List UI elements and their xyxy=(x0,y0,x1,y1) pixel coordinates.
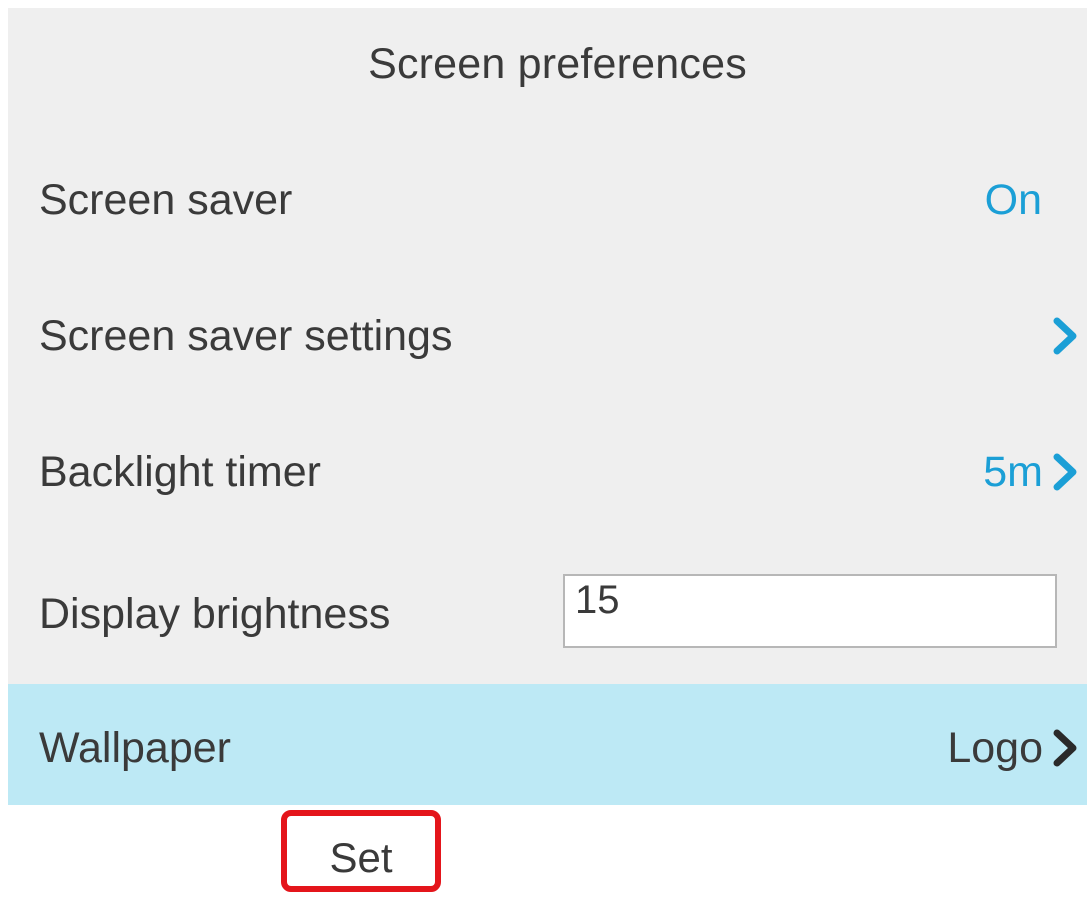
set-softkey-label: Set xyxy=(329,834,393,881)
menu-item-label: Screen saver settings xyxy=(39,312,453,360)
menu-item-value: Logo xyxy=(947,724,1043,772)
page-title: Screen preferences xyxy=(368,40,747,88)
menu-item-label: Display brightness xyxy=(39,590,391,638)
set-softkey-button[interactable]: Set xyxy=(281,810,441,892)
menu-item-label: Wallpaper xyxy=(39,724,231,772)
menu-item-value: On xyxy=(984,176,1042,224)
menu-item-label: Backlight timer xyxy=(39,448,321,496)
menu-item-value: 5m xyxy=(983,448,1043,496)
chevron-right-icon xyxy=(1053,453,1077,491)
menu-item-screen-saver[interactable]: Screen saver On xyxy=(8,136,1087,256)
menu-item-screen-saver-settings[interactable]: Screen saver settings xyxy=(8,272,1087,392)
menu-item-wallpaper[interactable]: Wallpaper Logo xyxy=(8,684,1087,805)
menu-item-label: Screen saver xyxy=(39,176,293,224)
chevron-right-icon xyxy=(1053,729,1077,767)
chevron-right-icon xyxy=(1053,317,1077,355)
menu-item-backlight-timer[interactable]: Backlight timer 5m xyxy=(8,408,1087,528)
phone-screen: Screen preferences Screen saver On Scree… xyxy=(8,8,1087,805)
brightness-input[interactable]: 15 xyxy=(563,574,1057,648)
